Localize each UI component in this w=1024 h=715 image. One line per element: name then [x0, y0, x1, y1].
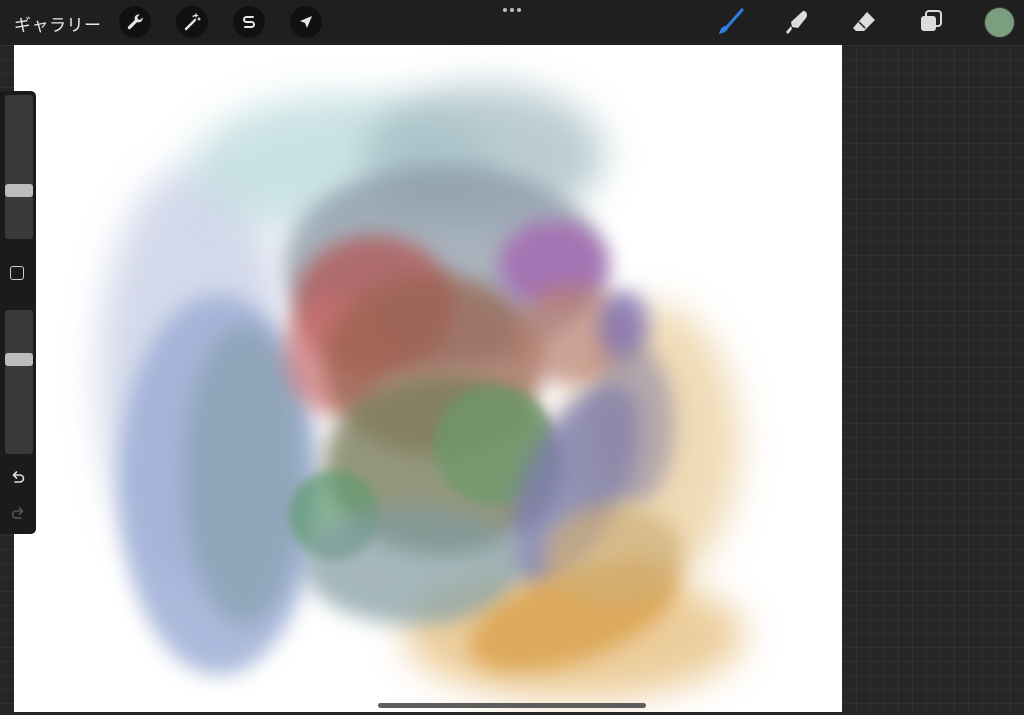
home-indicator[interactable] — [378, 703, 646, 708]
top-toolbar: ギャラリー — [0, 0, 1024, 45]
transform-button[interactable] — [290, 6, 322, 38]
arrow-cursor-icon — [300, 16, 312, 28]
opacity-slider[interactable] — [5, 310, 33, 454]
brush-icon — [719, 8, 744, 34]
adjustments-button[interactable] — [176, 6, 208, 38]
modify-button[interactable] — [10, 266, 24, 280]
brush-size-thumb[interactable] — [5, 184, 33, 197]
redo-arrow-icon — [11, 507, 24, 519]
undo-arrow-icon — [12, 471, 25, 483]
selection-button[interactable] — [233, 6, 265, 38]
redo-button[interactable] — [9, 504, 27, 522]
eraser-button[interactable] — [848, 6, 880, 38]
eraser-icon — [853, 12, 875, 31]
brush-size-slider[interactable] — [5, 95, 33, 239]
actions-button[interactable] — [119, 6, 151, 38]
magic-wand-icon — [184, 13, 201, 31]
more-options-button[interactable] — [500, 2, 524, 18]
opacity-thumb[interactable] — [5, 353, 33, 366]
smudge-finger-icon — [786, 11, 807, 34]
watercolor-painting — [99, 85, 744, 700]
gallery-button[interactable]: ギャラリー — [14, 11, 102, 36]
undo-button[interactable] — [9, 468, 27, 486]
ellipsis-icon — [503, 8, 507, 12]
drawing-canvas[interactable] — [14, 45, 842, 712]
color-picker-button[interactable] — [985, 8, 1014, 37]
wrench-icon — [127, 14, 143, 30]
left-sidebar — [0, 91, 36, 534]
selection-s-icon — [243, 16, 255, 28]
layers-button[interactable] — [915, 6, 947, 38]
workspace-grid — [842, 45, 1024, 715]
brush-button[interactable] — [714, 6, 746, 38]
layers-icon — [921, 10, 942, 31]
smudge-button[interactable] — [781, 6, 813, 38]
